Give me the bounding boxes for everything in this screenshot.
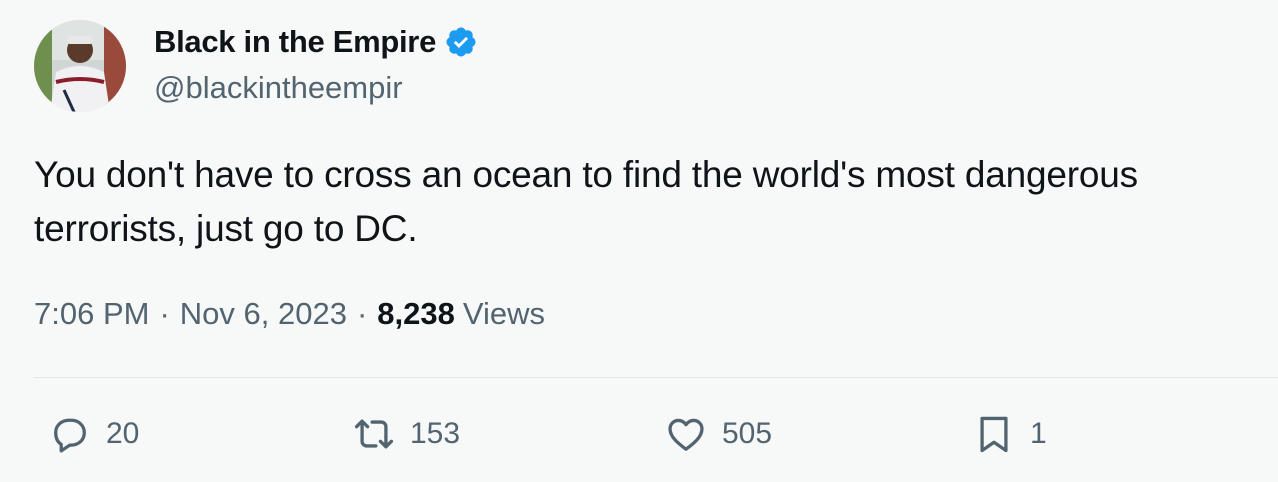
bookmark-button[interactable]: 1 — [972, 408, 1047, 460]
retweet-button[interactable]: 153 — [352, 408, 460, 460]
views-label: Views — [462, 296, 545, 331]
tweet-text: You don't have to cross an ocean to find… — [34, 148, 1264, 256]
retweet-icon — [352, 412, 396, 456]
display-name-row: Black in the Empire — [154, 24, 478, 60]
action-bar: 20 153 505 1 — [0, 408, 1278, 464]
display-name[interactable]: Black in the Empire — [154, 24, 436, 60]
reply-count: 20 — [106, 417, 140, 450]
avatar[interactable] — [34, 20, 126, 112]
tweet-card: Black in the Empire @blackintheempir You… — [0, 0, 1278, 482]
avatar-image — [34, 20, 126, 112]
reply-button[interactable]: 20 — [48, 408, 139, 460]
heart-icon — [664, 412, 708, 456]
retweet-count: 153 — [410, 417, 461, 450]
views-count: 8,238 — [377, 296, 455, 331]
user-handle[interactable]: @blackintheempir — [154, 70, 403, 106]
reply-icon — [48, 412, 92, 456]
bookmark-icon — [972, 412, 1016, 456]
divider — [34, 377, 1278, 378]
meta-separator: · — [159, 296, 170, 331]
meta-separator: · — [356, 296, 368, 331]
tweet-time[interactable]: 7:06 PM — [34, 296, 149, 332]
like-count: 505 — [722, 417, 773, 450]
verified-badge-icon[interactable] — [444, 25, 478, 59]
like-button[interactable]: 505 — [664, 408, 772, 460]
tweet-text-line: You don't have to cross an ocean to find… — [34, 154, 1138, 195]
bookmark-count: 1 — [1030, 417, 1047, 450]
tweet-date[interactable]: Nov 6, 2023 — [180, 296, 347, 332]
tweet-text-line: terrorists, just go to DC. — [34, 208, 418, 249]
tweet-meta: 7:06 PM · Nov 6, 2023 · 8,238 Views — [34, 296, 545, 332]
